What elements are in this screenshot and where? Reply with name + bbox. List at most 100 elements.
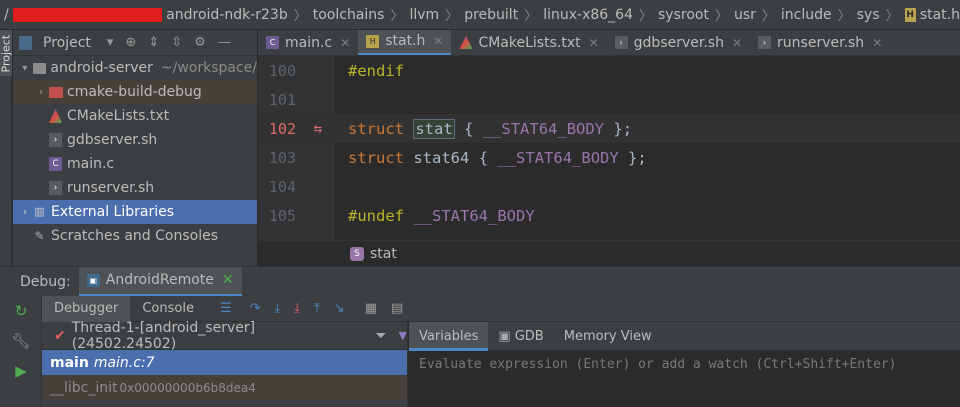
frame-function: __libc_init: [50, 379, 118, 396]
force-step-into-icon[interactable]: ⤓: [294, 301, 300, 316]
tree-item-label: gdbserver.sh: [67, 132, 158, 148]
preprocessor-token: #endif: [348, 61, 404, 80]
code-text: #undef __STAT64_BODY: [348, 207, 535, 225]
wrench-icon[interactable]: 🔧︎: [0, 326, 42, 356]
crumb-usr[interactable]: usr: [734, 7, 756, 23]
watch-expression-input[interactable]: Evaluate expression (Enter) or add a wat…: [419, 357, 960, 372]
crumb-sysroot[interactable]: sysroot: [658, 7, 709, 23]
shell-icon: ›: [614, 36, 628, 49]
step-over-icon[interactable]: ↷: [250, 301, 261, 316]
thread-selector[interactable]: ✔ Thread-1-[android_server] (24502.24502…: [42, 320, 407, 352]
gear-icon[interactable]: ⚙: [194, 35, 206, 50]
tree-item-gdbserver[interactable]: › gdbserver.sh: [13, 128, 257, 152]
code-line-104[interactable]: 104: [258, 172, 960, 201]
filter-icon[interactable]: ⏷: [375, 328, 386, 344]
minimize-icon[interactable]: —: [218, 35, 231, 50]
chevron-right-icon: 〉: [885, 9, 899, 24]
close-icon[interactable]: ✕: [222, 272, 234, 288]
close-icon[interactable]: ✕: [872, 36, 882, 50]
collapse-all-icon[interactable]: ⇳: [171, 35, 182, 50]
code-line-101[interactable]: 101: [258, 85, 960, 114]
tree-item-android-server[interactable]: ▾ android-server ~/workspace/: [13, 56, 257, 80]
navigate-arrows-icon[interactable]: ⇆: [302, 121, 334, 137]
tab-gdb[interactable]: ▣ GDB: [488, 322, 553, 351]
navigation-breadcrumb: / android-ndk-r23b 〉 toolchains 〉 llvm 〉…: [0, 0, 960, 30]
tab-variables[interactable]: Variables: [409, 321, 489, 351]
tree-item-runserver[interactable]: › runserver.sh: [13, 176, 257, 200]
brace-token: };: [613, 119, 633, 138]
crumb-include[interactable]: include: [781, 7, 832, 23]
code-line-103[interactable]: 103 struct stat64 { __STAT64_BODY };: [258, 143, 960, 172]
chevron-down-icon[interactable]: ▼: [399, 329, 407, 342]
project-title[interactable]: Project: [43, 35, 91, 51]
locate-icon[interactable]: ⊕: [125, 35, 136, 50]
code-line-100[interactable]: 100 #endif: [258, 56, 960, 85]
close-icon[interactable]: ✕: [433, 34, 443, 48]
frame-row[interactable]: main main.c:7: [42, 350, 407, 375]
tree-item-cmakelists[interactable]: CMakeLists.txt: [13, 104, 257, 128]
shell-icon: ›: [758, 36, 772, 49]
frame-location: main.c:7: [93, 354, 155, 371]
project-tool-button[interactable]: Project: [0, 30, 13, 76]
expand-all-icon[interactable]: ⇕: [148, 35, 159, 50]
chevron-right-icon[interactable]: ›: [33, 87, 49, 98]
tab-label: main.c: [285, 34, 333, 51]
code-editor[interactable]: 100 #endif 101 102 ⇆ struct stat { __STA…: [258, 56, 960, 240]
tree-item-cmake-build-debug[interactable]: › cmake-build-debug: [13, 80, 257, 104]
menu-lines-icon[interactable]: ☰: [220, 301, 232, 316]
close-icon[interactable]: ✕: [732, 36, 742, 50]
crumb-prebuilt[interactable]: prebuilt: [464, 7, 518, 23]
editor-tab-bar: C main.c ✕ H stat.h ✕ CMakeLists.txt ✕ ›…: [258, 30, 960, 56]
resume-icon[interactable]: ▶︎: [0, 356, 42, 386]
code-line-102[interactable]: 102 ⇆ struct stat { __STAT64_BODY };: [258, 114, 960, 143]
chevron-right-icon[interactable]: ›: [17, 207, 33, 218]
variables-panel: Variables ▣ GDB Memory View Evaluate expr…: [409, 321, 960, 407]
debug-title-bar: Debug: ▣ AndroidRemote ✕: [0, 266, 960, 297]
step-into-icon[interactable]: ⤓: [275, 301, 281, 316]
project-header: Project ▾ ⊕ ⇕ ⇳ ⚙ —: [13, 30, 257, 56]
grid-icon[interactable]: ▦: [365, 301, 377, 316]
chevron-down-icon[interactable]: ▾: [17, 63, 33, 74]
library-icon: ▥: [34, 205, 45, 218]
tab-memory-view[interactable]: Memory View: [554, 322, 662, 351]
tab-console[interactable]: Console: [130, 296, 206, 322]
tree-item-label: runserver.sh: [67, 180, 155, 196]
c-file-icon: C: [266, 36, 279, 49]
close-icon[interactable]: ✕: [340, 36, 350, 50]
crumb-linux[interactable]: linux-x86_64: [543, 7, 633, 23]
close-icon[interactable]: ✕: [589, 36, 599, 50]
tab-android-remote[interactable]: ▣ AndroidRemote ✕: [78, 266, 242, 297]
preprocessor-token: #undef: [348, 206, 404, 225]
code-line-105[interactable]: 105 #undef __STAT64_BODY: [258, 201, 960, 230]
tab-cmakelists[interactable]: CMakeLists.txt ✕: [451, 30, 606, 55]
crumb-llvm[interactable]: llvm: [409, 7, 439, 23]
brace-token: };: [628, 148, 647, 167]
crumb-toolchains[interactable]: toolchains: [313, 7, 385, 23]
tab-stat-h[interactable]: H stat.h ✕: [358, 30, 452, 55]
identifier-token: stat64: [413, 148, 470, 167]
tab-main-c[interactable]: C main.c ✕: [258, 30, 358, 55]
c-file-icon: C: [49, 157, 62, 171]
tab-runserver[interactable]: › runserver.sh ✕: [750, 30, 890, 55]
crumb-ndk[interactable]: android-ndk-r23b: [166, 7, 288, 23]
frame-row[interactable]: __libc_init 0x00000000b6b8dea4: [42, 375, 407, 400]
layout-icon[interactable]: ▤: [391, 301, 403, 316]
macro-token: __STAT64_BODY: [413, 206, 535, 225]
rerun-icon[interactable]: ↻: [0, 296, 42, 326]
tab-gdbserver[interactable]: › gdbserver.sh ✕: [607, 30, 750, 55]
crumb-sys[interactable]: sys: [857, 7, 880, 23]
crumb-stat-h[interactable]: stat.h: [920, 7, 960, 23]
tab-debugger[interactable]: Debugger: [42, 295, 131, 322]
tree-item-external-libraries[interactable]: › ▥ External Libraries: [13, 200, 257, 224]
tree-item-scratches[interactable]: ✎ Scratches and Consoles: [13, 224, 257, 248]
tree-item-path: ~/workspace/: [160, 60, 257, 76]
step-out-icon[interactable]: ⤒: [314, 301, 320, 316]
symbol-breadcrumb[interactable]: S stat: [258, 240, 960, 266]
tree-item-main-c[interactable]: C main.c: [13, 152, 257, 176]
gdb-icon: ▣: [498, 328, 511, 344]
code-text: struct stat { __STAT64_BODY };: [348, 118, 633, 139]
tab-label: CMakeLists.txt: [478, 34, 581, 51]
chevron-right-icon: 〉: [445, 9, 459, 24]
chevron-down-icon[interactable]: ▾: [107, 35, 114, 50]
run-to-cursor-icon[interactable]: ↘: [334, 301, 345, 316]
